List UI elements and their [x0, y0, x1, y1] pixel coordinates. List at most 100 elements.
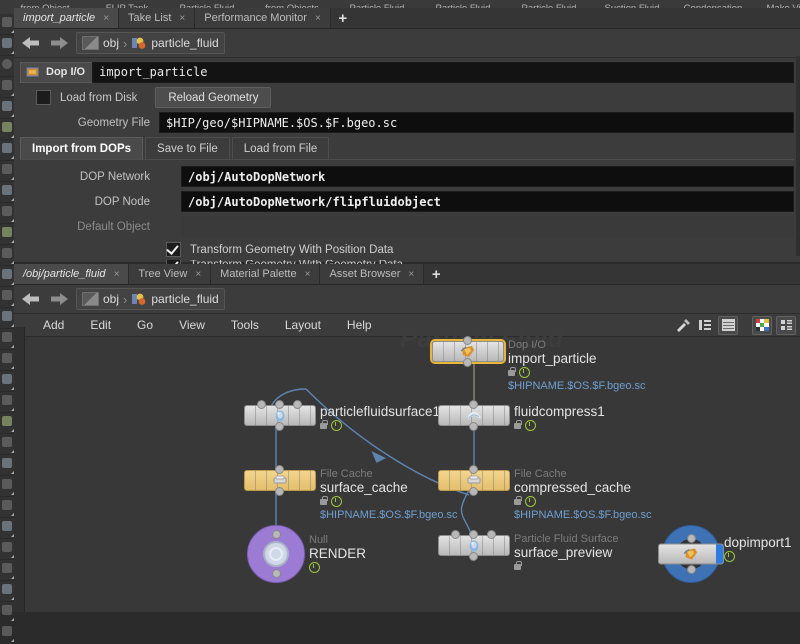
rail-extra4-icon[interactable]: [0, 623, 14, 644]
node-body[interactable]: [244, 405, 316, 426]
network-breadcrumb-node[interactable]: particle_fluid: [131, 292, 219, 306]
load-from-disk-checkbox[interactable]: [36, 90, 51, 105]
rail-point-icon[interactable]: [0, 329, 14, 350]
reload-geometry-button[interactable]: Reload Geometry: [155, 87, 272, 108]
breadcrumb-root[interactable]: obj: [82, 36, 119, 50]
node-name-field[interactable]: import_particle: [92, 61, 794, 83]
node-RENDER[interactable]: Null RENDER: [247, 525, 366, 583]
node-shape[interactable]: [658, 525, 724, 583]
lock-icon[interactable]: [320, 495, 328, 505]
rail-grid-icon[interactable]: [0, 119, 14, 140]
rail-play-icon[interactable]: [0, 77, 14, 98]
rail-snap-icon[interactable]: [0, 455, 14, 476]
rail-select-icon[interactable]: [0, 287, 14, 308]
tab-close-icon[interactable]: ×: [114, 269, 120, 280]
rail-camera-icon[interactable]: [0, 182, 14, 203]
tab-obj-particle-fluid[interactable]: /obj/particle_fluid ×: [14, 264, 130, 284]
transform-position-checkbox[interactable]: [166, 242, 181, 257]
network-canvas[interactable]: Particle Fluid Dop I/O import_particle $HI…: [14, 323, 800, 612]
lock-icon[interactable]: [514, 419, 522, 429]
tab-close-icon[interactable]: ×: [305, 269, 311, 280]
node-body[interactable]: [658, 543, 724, 565]
template-flag-icon[interactable]: [331, 496, 342, 507]
rail-measure-icon[interactable]: [0, 392, 14, 413]
lock-icon[interactable]: [514, 495, 522, 505]
tab-close-icon[interactable]: ×: [408, 269, 414, 280]
geometry-file-input[interactable]: $HIP/geo/$HIPNAME.$OS.$F.bgeo.sc: [159, 112, 794, 133]
network-breadcrumb[interactable]: obj › particle_fluid: [76, 288, 225, 310]
node-output-port[interactable]: [275, 487, 284, 496]
default-object-input[interactable]: [181, 216, 794, 237]
node-body[interactable]: [432, 341, 504, 362]
back-arrow-icon[interactable]: [20, 34, 42, 52]
lock-icon[interactable]: [514, 560, 522, 570]
tab-take-list[interactable]: Take List ×: [118, 8, 196, 28]
node-output-port[interactable]: [469, 487, 478, 496]
tab-close-icon[interactable]: ×: [315, 13, 321, 24]
rail-prim-icon[interactable]: [0, 371, 14, 392]
subtab-load-from-file[interactable]: Load from File: [231, 137, 330, 159]
template-flag-icon[interactable]: [525, 420, 536, 431]
node-body[interactable]: [438, 470, 510, 491]
node-compressed_cache[interactable]: File Cache compressed_cache $HIPNAME.$OS.$…: [438, 465, 652, 521]
tab-close-icon[interactable]: ×: [103, 13, 109, 24]
template-flag-icon[interactable]: [331, 420, 342, 431]
node-output-port[interactable]: [272, 569, 281, 578]
template-flag-icon[interactable]: [525, 496, 536, 507]
parameters-tabbar[interactable]: import_particle × Take List × Performance Mo…: [14, 8, 800, 29]
node-body[interactable]: [263, 541, 289, 567]
node-dopimport1[interactable]: dopimport1: [658, 525, 792, 583]
node-input-port[interactable]: [487, 530, 496, 539]
node-type-tag[interactable]: Dop I/O: [20, 61, 93, 83]
tab-close-icon[interactable]: ×: [179, 13, 185, 24]
network-back-arrow-icon[interactable]: [20, 290, 42, 308]
forward-arrow-icon[interactable]: [48, 34, 70, 52]
rail-lock-icon[interactable]: [0, 140, 14, 161]
network-tabbar[interactable]: /obj/particle_fluid × Tree View × Material P…: [14, 264, 800, 285]
tab-asset-browser[interactable]: Asset Browser ×: [320, 264, 425, 284]
network-forward-arrow-icon[interactable]: [48, 290, 70, 308]
add-tab-button[interactable]: +: [424, 264, 448, 284]
rail-light-icon[interactable]: [0, 161, 14, 182]
rail-edge-icon[interactable]: [0, 350, 14, 371]
node-input-port[interactable]: [293, 400, 302, 409]
node-output-port[interactable]: [469, 422, 478, 431]
import-source-subtabs[interactable]: Import from DOPs Save to File Load from Fi…: [14, 137, 800, 159]
node-import_particle[interactable]: Dop I/O import_particle $HIPNAME.$OS.$F.bg…: [432, 336, 646, 392]
node-particlefluidsurface1[interactable]: particlefluidsurface1: [244, 400, 440, 431]
rail-axis-icon[interactable]: [0, 476, 14, 497]
node-input-port[interactable]: [272, 530, 281, 539]
dop-node-input[interactable]: /obj/AutoDopNetwork/flipfluidobject: [181, 191, 794, 212]
node-body[interactable]: [438, 535, 510, 556]
rail-box-icon[interactable]: [0, 35, 14, 56]
node-output-port[interactable]: [469, 552, 478, 561]
template-flag-icon[interactable]: [519, 367, 530, 378]
rail-soft-icon[interactable]: [0, 434, 14, 455]
rail-handle-icon[interactable]: [0, 308, 14, 329]
network-breadcrumb-root[interactable]: obj: [82, 292, 119, 306]
tab-material-palette[interactable]: Material Palette ×: [211, 264, 321, 284]
rail-extra2-icon[interactable]: [0, 581, 14, 602]
node-fluidcompress1[interactable]: fluidcompress1: [438, 400, 605, 431]
node-body[interactable]: [244, 470, 316, 491]
tab-performance-monitor[interactable]: Performance Monitor ×: [195, 8, 331, 28]
rail-paint-icon[interactable]: [0, 413, 14, 434]
tab-import-particle[interactable]: import_particle ×: [14, 8, 119, 28]
node-input-port[interactable]: [257, 400, 266, 409]
lock-icon[interactable]: [508, 366, 516, 376]
rail-misc-icon[interactable]: [0, 518, 14, 539]
rail-clock-icon[interactable]: [0, 56, 14, 77]
add-tab-button[interactable]: +: [331, 8, 355, 28]
node-shape[interactable]: [247, 525, 305, 583]
template-flag-icon[interactable]: [724, 551, 735, 562]
node-surface_preview[interactable]: Particle Fluid Surface surface_preview: [438, 530, 619, 570]
node-input-port[interactable]: [451, 530, 460, 539]
rail-more-icon[interactable]: [0, 539, 14, 560]
node-output-port[interactable]: [463, 358, 472, 367]
left-tool-rail[interactable]: [0, 14, 15, 644]
dop-network-input[interactable]: /obj/AutoDopNetwork: [181, 166, 794, 187]
lock-icon[interactable]: [320, 419, 328, 429]
template-flag-icon[interactable]: [309, 562, 320, 573]
subtab-save-to-file[interactable]: Save to File: [145, 137, 230, 159]
breadcrumb-node[interactable]: particle_fluid: [131, 36, 219, 50]
